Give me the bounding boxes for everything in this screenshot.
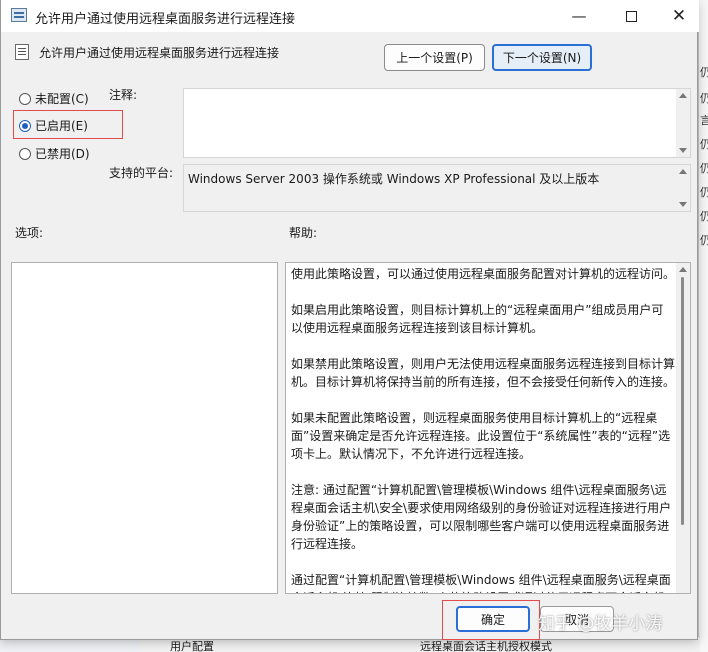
help-label: 帮助:	[289, 226, 318, 240]
options-panel	[11, 262, 278, 594]
help-scrollbar[interactable]	[676, 263, 690, 593]
radio-label: 未配置(C)	[35, 92, 89, 106]
help-paragraph: 注意: 通过配置“计算机配置\管理模板\Windows 组件\远程桌面服务\远程…	[291, 483, 672, 551]
close-icon: ✕	[671, 6, 687, 26]
comment-scrollbar[interactable]	[676, 89, 690, 157]
scroll-down-icon[interactable]	[679, 202, 687, 207]
help-text: 使用此策略设置，可以通过使用远程桌面服务配置对计算机的远程访问。 如果启用此策略…	[291, 265, 676, 593]
platform-label: 支持的平台:	[109, 166, 174, 180]
background-window-right: 仍 仍 言 仍 仍 仍 仍 仍	[698, 0, 708, 652]
radio-not-configured[interactable]: 未配置(C)	[19, 90, 89, 107]
platform-value: Windows Server 2003 操作系统或 Windows XP Pro…	[188, 172, 600, 186]
minimize-icon: —	[571, 7, 587, 25]
options-label: 选项:	[15, 226, 44, 240]
help-paragraph: 如果未配置此策略设置，则远程桌面服务使用目标计算机上的“远程桌面”设置来确定是否…	[291, 411, 671, 461]
background-tree-item: 用户配置	[170, 640, 214, 652]
comment-textarea[interactable]	[183, 88, 691, 158]
previous-setting-button[interactable]: 上一个设置(P)	[384, 44, 485, 71]
policy-name: 允许用户通过使用远程桌面服务进行远程连接	[39, 46, 280, 60]
maximize-button[interactable]	[611, 4, 651, 28]
comment-label: 注释:	[109, 88, 138, 102]
watermark: 知乎 @牧羊小涛	[538, 614, 663, 634]
radio-disabled[interactable]: 已禁用(D)	[19, 145, 90, 162]
scroll-up-icon[interactable]	[679, 93, 687, 98]
help-paragraph: 如果启用此策略设置，则目标计算机上的“远程桌面用户”组成员用户可以使用远程桌面服…	[291, 303, 664, 335]
help-paragraph: 通过配置“计算机配置\管理模板\Windows 组件\远程桌面服务\远程桌面会话…	[291, 573, 671, 593]
scroll-down-icon[interactable]	[679, 148, 687, 153]
policy-editor-icon	[11, 8, 27, 22]
background-list-item: 远程桌面会话主机授权模式	[420, 640, 552, 652]
platform-field: Windows Server 2003 操作系统或 Windows XP Pro…	[183, 164, 691, 212]
help-paragraph: 如果禁用此策略设置，则用户无法使用远程桌面服务远程连接到目标计算机。目标计算机将…	[291, 357, 676, 389]
help-paragraph: 使用此策略设置，可以通过使用远程桌面服务配置对计算机的远程访问。	[291, 267, 676, 281]
help-panel: 使用此策略设置，可以通过使用远程桌面服务配置对计算机的远程访问。 如果启用此策略…	[285, 262, 691, 594]
close-button[interactable]: ✕	[659, 4, 699, 28]
title-bar[interactable]: 允许用户通过使用远程桌面服务进行远程连接 — ✕	[1, 0, 699, 32]
scroll-up-icon[interactable]	[679, 267, 687, 272]
platform-scrollbar[interactable]	[676, 165, 690, 211]
policy-dialog: 允许用户通过使用远程桌面服务进行远程连接 — ✕ 允许用户通过使用远程桌面服务进…	[0, 0, 699, 640]
radio-circle[interactable]	[19, 147, 31, 160]
help-scroll-thumb[interactable]	[681, 277, 684, 525]
scroll-up-icon[interactable]	[679, 169, 687, 174]
maximize-icon	[625, 10, 637, 22]
policy-setting-icon	[15, 44, 29, 60]
next-setting-button[interactable]: 下一个设置(N)	[492, 44, 592, 71]
minimize-button[interactable]: —	[559, 4, 599, 28]
radio-label: 已禁用(D)	[35, 147, 90, 161]
ok-highlight-annotation	[442, 600, 540, 640]
radio-circle[interactable]	[19, 92, 31, 105]
enabled-highlight-annotation	[13, 110, 123, 139]
window-title: 允许用户通过使用远程桌面服务进行远程连接	[35, 12, 296, 27]
